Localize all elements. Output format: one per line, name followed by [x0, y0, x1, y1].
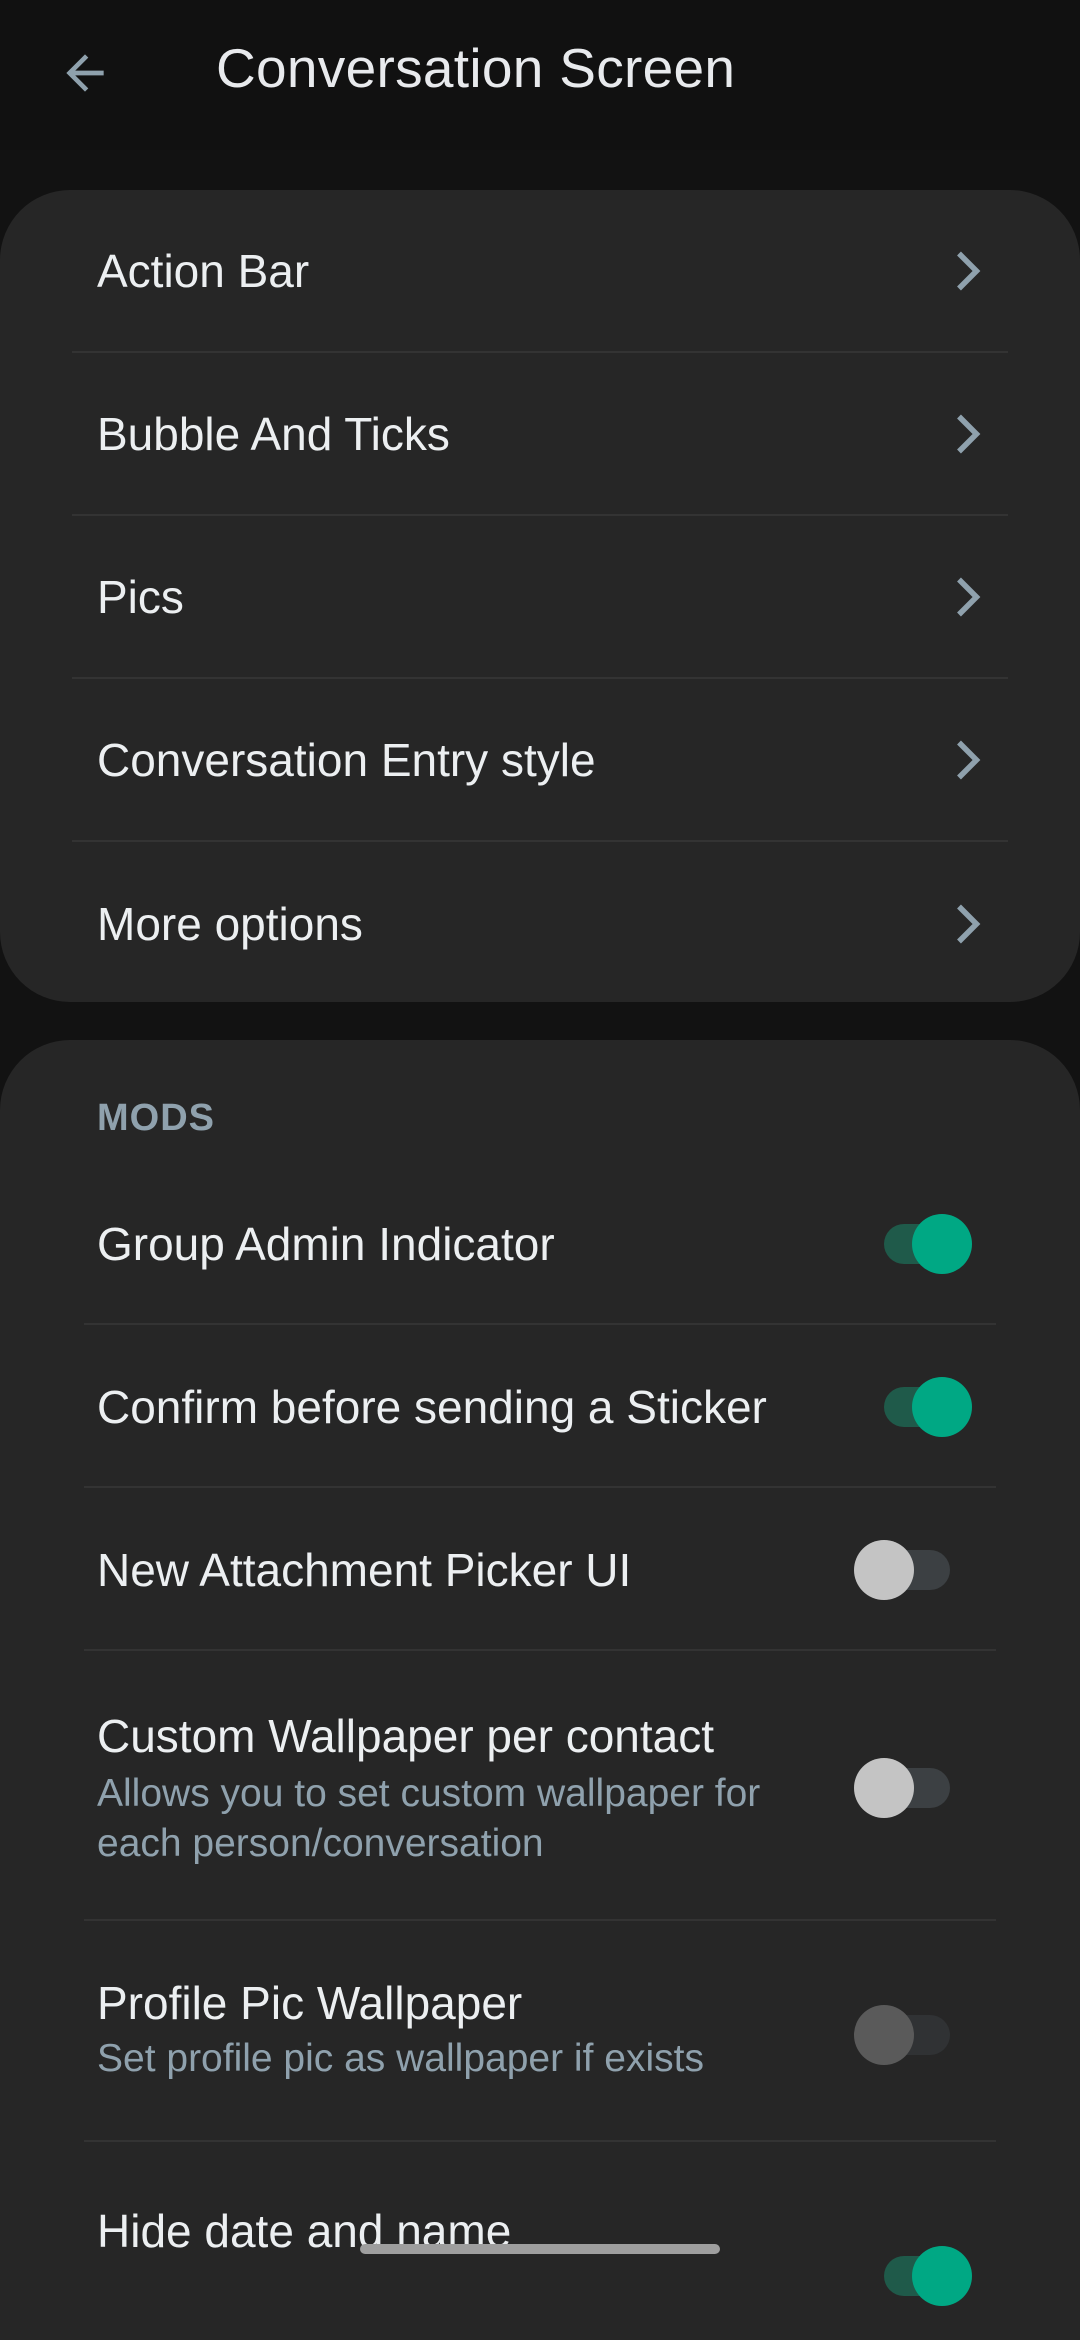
- switch-thumb: [854, 1758, 914, 1818]
- setting-custom-wallpaper[interactable]: Custom Wallpaper per contact Allows you …: [84, 1651, 996, 1921]
- setting-title: Profile Pic Wallpaper: [97, 1977, 523, 2029]
- switch-thumb: [912, 1214, 972, 1274]
- confirm-sticker-switch[interactable]: [872, 1373, 972, 1437]
- setting-title: Group Admin Indicator: [97, 1218, 555, 1270]
- section-header-mods: MODS: [97, 1097, 215, 1139]
- custom-wallpaper-switch[interactable]: [854, 1754, 954, 1818]
- setting-new-attachment-picker[interactable]: New Attachment Picker UI: [84, 1488, 996, 1651]
- nav-item-label: More options: [97, 897, 363, 950]
- setting-subtitle: Allows you to set custom wallpaper for e…: [97, 1772, 761, 1865]
- setting-title: Custom Wallpaper per contact: [97, 1710, 715, 1762]
- chevron-right-icon: [957, 414, 981, 453]
- setting-group-admin-indicator[interactable]: Group Admin Indicator: [84, 1162, 996, 1325]
- chevron-right-icon: [957, 577, 981, 616]
- app-bar: Conversation Screen: [0, 0, 1080, 150]
- chevron-right-icon: [957, 904, 981, 943]
- chevron-right-icon: [957, 740, 981, 779]
- back-button[interactable]: [40, 28, 130, 118]
- nav-item-more-options[interactable]: More options: [72, 842, 1008, 1005]
- nav-item-action-bar[interactable]: Action Bar: [72, 190, 1008, 353]
- nav-item-pics[interactable]: Pics: [72, 516, 1008, 679]
- switch-thumb: [912, 2246, 972, 2306]
- setting-hide-date-and-name[interactable]: Hide date and name: [84, 2142, 996, 2306]
- hide-date-and-name-switch[interactable]: [872, 2242, 972, 2306]
- new-attachment-picker-switch[interactable]: [854, 1536, 954, 1600]
- switch-thumb: [912, 1377, 972, 1437]
- navigation-card: Action Bar Bubble And Ticks Pics Convers…: [0, 190, 1080, 1002]
- page-title: Conversation Screen: [216, 37, 736, 99]
- nav-item-label: Bubble And Ticks: [97, 407, 450, 460]
- switch-thumb: [854, 1540, 914, 1600]
- nav-item-conversation-entry-style[interactable]: Conversation Entry style: [72, 679, 1008, 842]
- setting-profile-pic-wallpaper[interactable]: Profile Pic Wallpaper Set profile pic as…: [84, 1921, 996, 2142]
- profile-pic-wallpaper-switch[interactable]: [854, 2001, 954, 2065]
- nav-item-label: Action Bar: [97, 244, 310, 297]
- group-admin-indicator-switch[interactable]: [872, 1210, 972, 1274]
- nav-item-bubble-and-ticks[interactable]: Bubble And Ticks: [72, 353, 1008, 516]
- nav-item-label: Conversation Entry style: [97, 733, 596, 786]
- switch-thumb: [854, 2005, 914, 2065]
- setting-confirm-sticker[interactable]: Confirm before sending a Sticker: [84, 1325, 996, 1488]
- setting-subtitle: Set profile pic as wallpaper if exists: [97, 2037, 704, 2080]
- setting-title: Confirm before sending a Sticker: [97, 1381, 767, 1433]
- nav-item-label: Pics: [97, 570, 184, 623]
- setting-title: New Attachment Picker UI: [97, 1544, 632, 1596]
- arrow-back-icon: [66, 54, 104, 92]
- chevron-right-icon: [957, 251, 981, 290]
- gesture-navigation-bar[interactable]: [360, 2244, 720, 2254]
